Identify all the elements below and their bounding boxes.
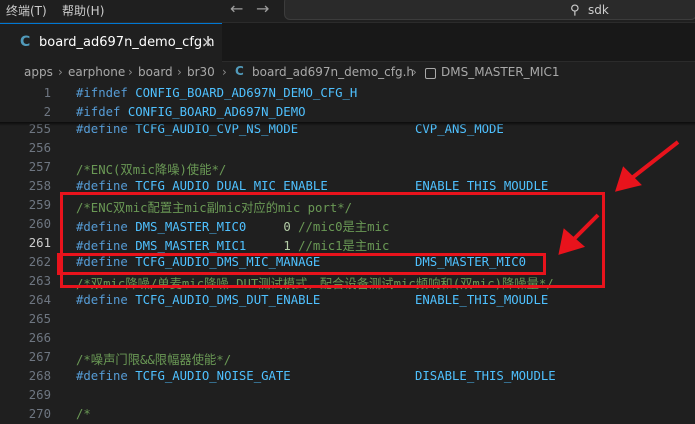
- red-arrow-lower: [558, 213, 600, 255]
- annotation-arrows: [558, 140, 680, 255]
- red-arrow-upper: [615, 140, 680, 192]
